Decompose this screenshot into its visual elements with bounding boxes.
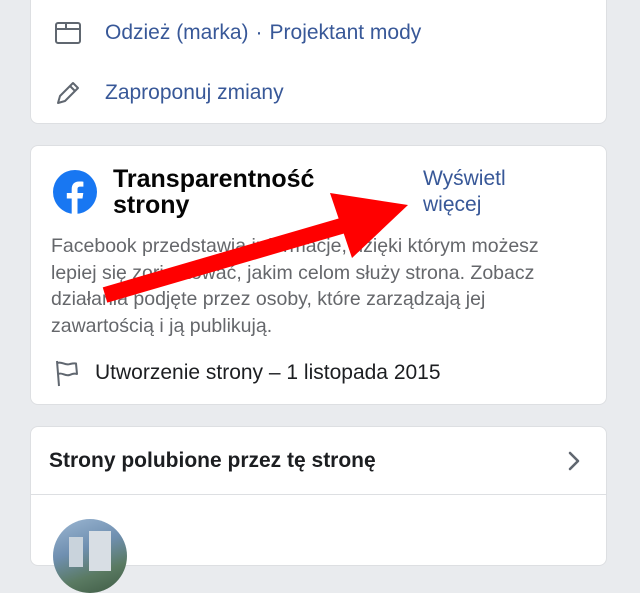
transparency-description: Facebook przedstawia informacje, dzięki … xyxy=(51,235,539,337)
pencil-icon xyxy=(53,78,83,108)
transparency-title: Transparentność strony xyxy=(113,165,315,219)
suggest-edits-link[interactable]: Zaproponuj zmiany xyxy=(105,81,284,105)
page-created-row: Utworzenie strony – 1 listopada 2015 xyxy=(51,358,441,388)
flag-icon xyxy=(51,358,81,388)
page-transparency-card: Transparentność strony Wyświetl więcej F… xyxy=(30,145,607,405)
liked-pages-header[interactable]: Strony polubione przez tę stronę xyxy=(31,427,606,495)
category-icon xyxy=(53,18,83,48)
see-more-link[interactable]: Wyświetl więcej xyxy=(423,166,553,218)
category-separator: · xyxy=(255,21,263,44)
liked-pages-title: Strony polubione przez tę stronę xyxy=(49,448,376,472)
about-card: Odzież (marka) · Projektant mody Zapropo… xyxy=(30,0,607,124)
facebook-logo-icon xyxy=(53,170,97,214)
suggest-edits-row[interactable]: Zaproponuj zmiany xyxy=(53,78,284,108)
liked-pages-card: Strony polubione przez tę stronę xyxy=(30,426,607,593)
liked-page-avatar[interactable] xyxy=(53,519,127,593)
category-row: Odzież (marka) · Projektant mody xyxy=(53,18,421,48)
chevron-right-icon xyxy=(568,451,580,471)
category-link-designer[interactable]: Projektant mody xyxy=(270,21,422,45)
category-link-brand[interactable]: Odzież (marka) xyxy=(105,21,249,45)
page-created-text: Utworzenie strony – 1 listopada 2015 xyxy=(95,361,441,384)
